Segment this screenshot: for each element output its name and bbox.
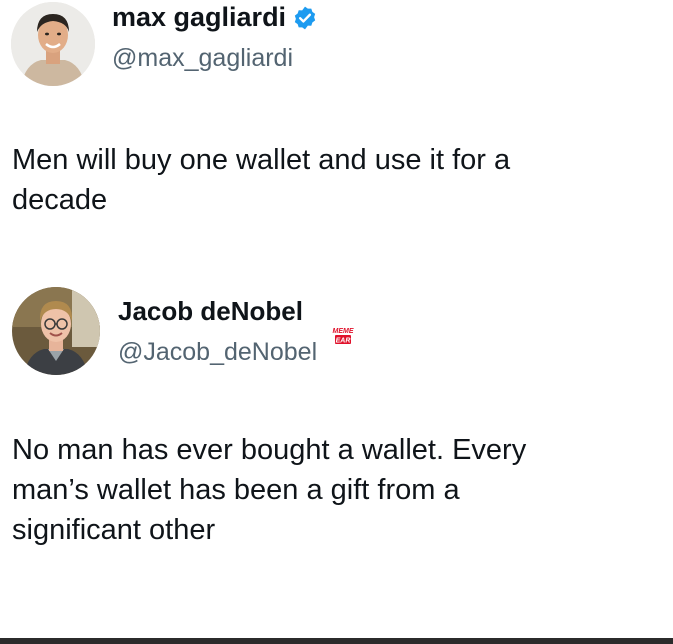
display-name[interactable]: max gagliardi <box>112 2 286 33</box>
svg-text:MEME: MEME <box>333 328 354 335</box>
meme-ear-watermark-logo: MEME EAR <box>330 323 356 349</box>
verified-badge-icon <box>292 5 318 31</box>
author-name-row[interactable]: Jacob deNobel <box>118 296 303 327</box>
bottom-edge-bar <box>0 638 673 644</box>
tweet-text: Men will buy one wallet and use it for a… <box>12 144 511 216</box>
username-handle[interactable]: @Jacob_deNobel <box>118 338 317 367</box>
username-handle[interactable]: @max_gagliardi <box>112 44 293 73</box>
avatar-photo-icon <box>12 287 100 375</box>
svg-text:EAR: EAR <box>336 338 351 345</box>
author-name-row[interactable]: max gagliardi <box>112 2 318 33</box>
screenshot-page: max gagliardi @max_gagliardi Men will bu… <box>0 0 673 644</box>
avatar[interactable] <box>11 2 95 86</box>
display-name[interactable]: Jacob deNobel <box>118 296 303 327</box>
avatar[interactable] <box>12 287 100 375</box>
avatar-photo-icon <box>11 2 95 86</box>
tweet-text: No man has ever bought a wallet. Every m… <box>12 434 527 546</box>
